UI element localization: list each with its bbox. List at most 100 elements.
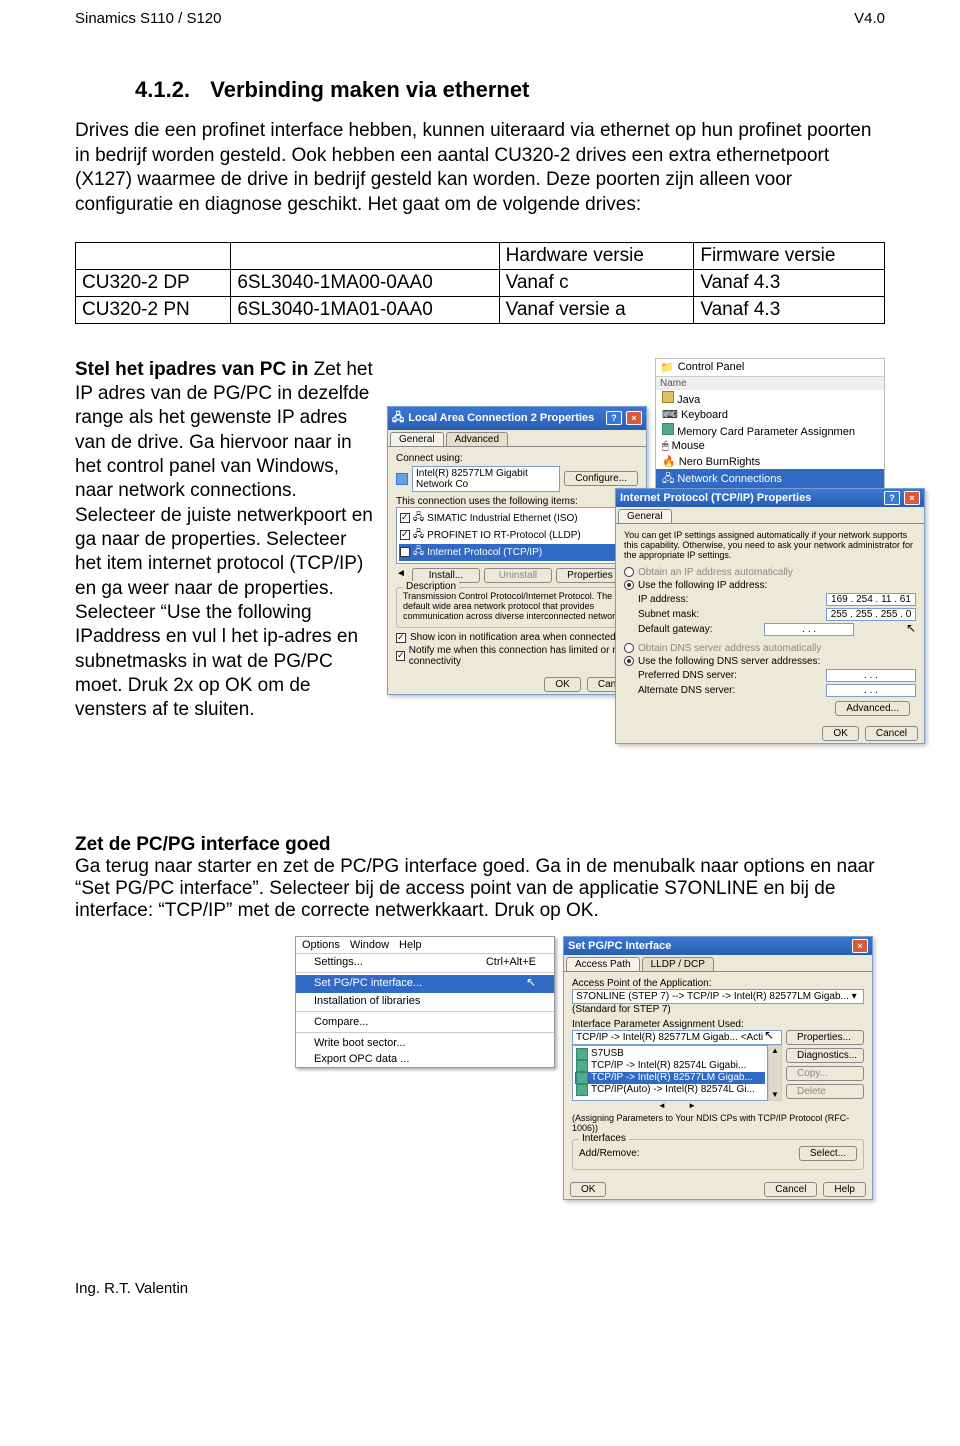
pgpc-body: Ga terug naar starter en zet de PC/PG in… — [75, 856, 875, 921]
assigning-note: (Assigning Parameters to Your NDIS CPs w… — [572, 1113, 864, 1133]
checkbox-icon[interactable] — [396, 651, 405, 661]
menu-item[interactable]: Write boot sector... — [296, 1035, 554, 1051]
th-hardware: Hardware versie — [499, 242, 694, 269]
ok-button[interactable]: OK — [822, 726, 858, 741]
menu-item[interactable]: Settings...Ctrl+Alt+E — [296, 954, 554, 970]
access-point-label: Access Point of the Application: — [572, 978, 864, 989]
ok-button[interactable]: OK — [544, 677, 580, 692]
cp-col-name: Name — [656, 377, 884, 390]
folder-icon: 📁 — [660, 361, 674, 374]
cancel-button[interactable]: Cancel — [764, 1182, 817, 1197]
advanced-button[interactable]: Advanced... — [835, 701, 910, 716]
checkbox-icon[interactable] — [400, 513, 410, 523]
table-row: CU320-2 PN 6SL3040-1MA01-0AA0 Vanaf vers… — [76, 296, 885, 323]
list-item[interactable]: Memory Card Parameter Assignmen — [656, 422, 884, 439]
tcpip-title: Internet Protocol (TCP/IP) Properties — [620, 492, 811, 504]
items-label: This connection uses the following items… — [396, 496, 638, 507]
tcpip-blurb: You can get IP settings assigned automat… — [624, 530, 916, 561]
if-icon — [576, 1060, 588, 1072]
copy-button[interactable]: Copy... — [786, 1066, 864, 1081]
standard-label: (Standard for STEP 7) — [572, 1004, 864, 1015]
props-button[interactable]: Properties... — [786, 1030, 864, 1045]
menu-help[interactable]: Help — [399, 939, 422, 951]
header-right: V4.0 — [854, 10, 885, 27]
access-point-select[interactable]: S7ONLINE (STEP 7) --> TCP/IP -> Intel(R)… — [572, 989, 864, 1004]
tab-lldp[interactable]: LLDP / DCP — [642, 957, 714, 971]
ipau-field[interactable]: TCP/IP -> Intel(R) 82577LM Gigab... <Act… — [572, 1030, 782, 1045]
cursor-icon: ↖ — [906, 621, 916, 635]
help-button[interactable]: ? — [606, 411, 622, 425]
gateway-label: Default gateway: — [638, 624, 713, 635]
scrollbar[interactable]: ▲▼ — [768, 1045, 782, 1101]
drives-table: Hardware versie Firmware versie CU320-2 … — [75, 242, 885, 324]
tab-access-path[interactable]: Access Path — [566, 957, 640, 971]
close-icon[interactable]: × — [852, 939, 868, 953]
list-item[interactable]: 🖱 Mouse — [656, 439, 884, 454]
mouse-icon: 🖱 — [662, 440, 669, 452]
properties-button[interactable]: Properties — [556, 568, 624, 583]
close-icon[interactable]: × — [904, 491, 920, 505]
tcpip-properties-window: Internet Protocol (TCP/IP) Properties ? … — [615, 488, 925, 744]
proto-icon: 🖧 — [413, 527, 424, 544]
delete-button[interactable]: Delete — [786, 1084, 864, 1099]
diag-button[interactable]: Diagnostics... — [786, 1048, 864, 1063]
select-button[interactable]: Select... — [799, 1146, 857, 1161]
th-firmware: Firmware versie — [694, 242, 885, 269]
adapter-field: Intel(R) 82577LM Gigabit Network Co — [412, 466, 560, 492]
help-button[interactable]: Help — [823, 1182, 866, 1197]
menu-item[interactable]: Set PG/PC interface...↖ — [296, 975, 554, 993]
if-icon — [576, 1072, 588, 1084]
menu-item[interactable]: Installation of libraries — [296, 993, 554, 1009]
mask-input[interactable]: 255 . 255 . 255 . 0 — [826, 608, 916, 621]
checkbox-icon[interactable] — [400, 547, 410, 557]
mask-label: Subnet mask: — [638, 609, 699, 620]
ip-subhead: Stel het ipadres van PC in — [75, 359, 308, 380]
memory-icon — [662, 423, 674, 435]
ok-button[interactable]: OK — [570, 1182, 606, 1197]
pgpc-section: Zet de PC/PG interface goed Ga terug naa… — [75, 834, 885, 922]
list-item[interactable]: 🖧 Network Connections — [656, 469, 884, 490]
gateway-input[interactable]: . . . — [764, 623, 854, 636]
tab-general[interactable]: General — [390, 432, 444, 446]
cancel-button[interactable]: Cancel — [865, 726, 918, 741]
page-header: Sinamics S110 / S120 V4.0 — [75, 10, 885, 27]
ipau-label: Interface Parameter Assignment Used: — [572, 1019, 864, 1030]
ip-input[interactable]: 169 . 254 . 11 . 61 — [826, 593, 916, 606]
pref-dns-input[interactable]: . . . — [826, 669, 916, 682]
proto-icon: 🖧 — [413, 544, 424, 561]
lan-properties-window: 🖧 Local Area Connection 2 Properties ? ×… — [387, 406, 647, 696]
nero-icon: 🔥 — [662, 456, 676, 468]
if-icon — [576, 1084, 588, 1096]
configure-button[interactable]: Configure... — [564, 471, 638, 486]
header-left: Sinamics S110 / S120 — [75, 10, 221, 27]
menu-item[interactable]: Export OPC data ... — [296, 1051, 554, 1067]
menu-options[interactable]: Options — [302, 939, 340, 951]
radio-auto-dns[interactable] — [624, 643, 634, 653]
breadcrumb: Control Panel — [678, 361, 745, 373]
checkbox-icon[interactable] — [396, 633, 406, 643]
if-icon — [576, 1048, 588, 1060]
radio-auto-ip[interactable] — [624, 567, 634, 577]
description-group: Description Transmission Control Protoco… — [396, 587, 638, 629]
list-item[interactable]: 🔥 Nero BurnRights — [656, 454, 884, 469]
connect-using-label: Connect using: — [396, 453, 638, 464]
cursor-icon: ↖ — [526, 975, 536, 989]
options-menu: Options Window Help Settings...Ctrl+Alt+… — [295, 936, 555, 1068]
connection-items-list[interactable]: 🖧 SIMATIC Industrial Ethernet (ISO) 🖧 PR… — [396, 507, 624, 564]
alt-dns-input[interactable]: . . . — [826, 684, 916, 697]
list-item[interactable]: ⌨ Keyboard — [656, 407, 884, 422]
tab-general[interactable]: General — [618, 509, 672, 523]
radio-manual-ip[interactable] — [624, 580, 634, 590]
uninstall-button[interactable]: Uninstall — [484, 568, 552, 583]
close-icon[interactable]: × — [626, 411, 642, 425]
tab-advanced[interactable]: Advanced — [446, 432, 508, 446]
list-item[interactable]: Java — [656, 390, 884, 407]
help-button[interactable]: ? — [884, 491, 900, 505]
menu-item[interactable]: Compare... — [296, 1014, 554, 1030]
interface-list[interactable]: S7USB TCP/IP -> Intel(R) 82574L Gigabi..… — [572, 1045, 768, 1101]
menu-window[interactable]: Window — [350, 939, 389, 951]
checkbox-icon[interactable] — [400, 530, 410, 540]
proto-icon: 🖧 — [413, 510, 424, 527]
cursor-icon: ↖ — [764, 1028, 774, 1042]
radio-manual-dns[interactable] — [624, 656, 634, 666]
